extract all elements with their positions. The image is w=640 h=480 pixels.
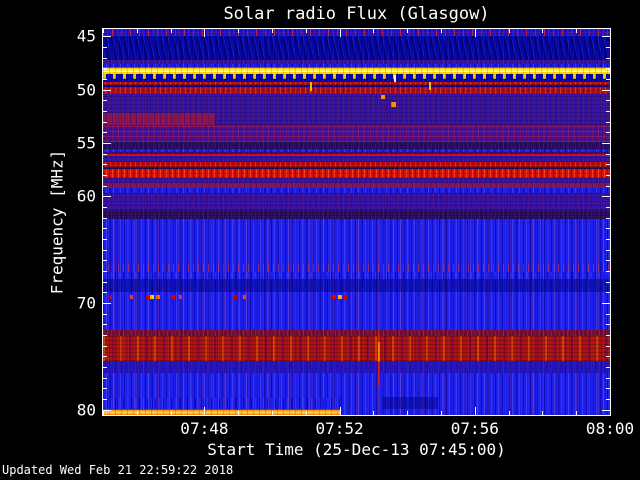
feature-long-tooth-1 [309,82,312,91]
band-speckle-row-665 [103,263,610,272]
band-orange-bottom-band [103,408,341,415]
feature-dot-row-695-12 [343,294,347,300]
spectrogram-plot [103,29,610,415]
x-axis-title: Start Time (25-Dec-13 07:45:00) [207,440,506,459]
y-tick-labels: 45 50 55 60 70 80 [0,26,98,419]
band-left-speckle-79 [103,398,342,409]
updated-timestamp: Updated Wed Feb 21 22:59:22 2018 [2,463,234,477]
y-tick-label: 55 [76,133,96,153]
band-red-mottle-74 [103,336,610,362]
x-tick-labels: 07:48 07:52 07:56 08:00 [103,419,634,438]
y-tick-label: 70 [76,293,96,313]
feature-dot-row-695-9 [243,294,247,300]
band-comb-teeth-band [103,74,610,83]
feature-dot-row-695-5 [155,294,160,300]
x-tick-label: 07:48 [180,419,229,438]
band-quiet-navy [103,36,610,61]
feature-dot-row-695-10 [331,294,336,300]
x-tick-label: 08:00 [585,419,635,438]
band-red-patch-left-52 [103,112,215,126]
feature-orange-blob-505 [381,95,386,100]
band-darker-blue-68 [103,279,610,292]
band-dark-patch-79 [381,396,438,409]
plot-frame [102,28,611,416]
feature-dot-row-695-8 [234,294,238,300]
band-dark-purple-55 [103,142,610,149]
band-top-noise-row [103,29,610,37]
feature-white-dash-49 [393,75,396,83]
y-tick-label: 80 [76,400,96,420]
y-tick-label: 60 [76,186,96,206]
band-purple-mottle-51 [103,93,610,113]
feature-vertical-burst-streak [378,330,381,387]
feature-dot-row-695-6 [172,294,176,300]
band-speckle-row-673 [103,271,610,280]
feature-dot-row-695-1 [108,294,112,300]
band-dark-rows-62 [103,210,610,220]
feature-dot-row-695-3 [146,294,150,300]
band-purple-rows-54 [103,125,610,143]
band-strong-red-58 [103,169,610,179]
feature-dot-row-695-11 [338,294,343,300]
y-tick-label: 50 [76,80,96,100]
band-blue-purple-76 [103,361,610,374]
feature-long-tooth-2 [429,82,431,90]
feature-dot-row-695-2 [130,294,134,300]
page-title: Solar radio Flux (Glasgow) [223,4,490,24]
x-tick-label: 07:56 [450,419,499,438]
feature-orange-blob-512 [390,101,396,107]
band-purple-mottle-61 [103,198,610,211]
spectrogram-screen: Solar radio Flux (Glasgow) Frequency [MH… [0,0,640,480]
x-tick-label: 07:52 [315,419,364,438]
band-saturated-yellow-band [103,67,610,75]
feature-dot-row-695-7 [178,294,182,300]
y-tick-label: 45 [76,26,96,46]
feature-dot-row-695-4 [150,294,155,300]
